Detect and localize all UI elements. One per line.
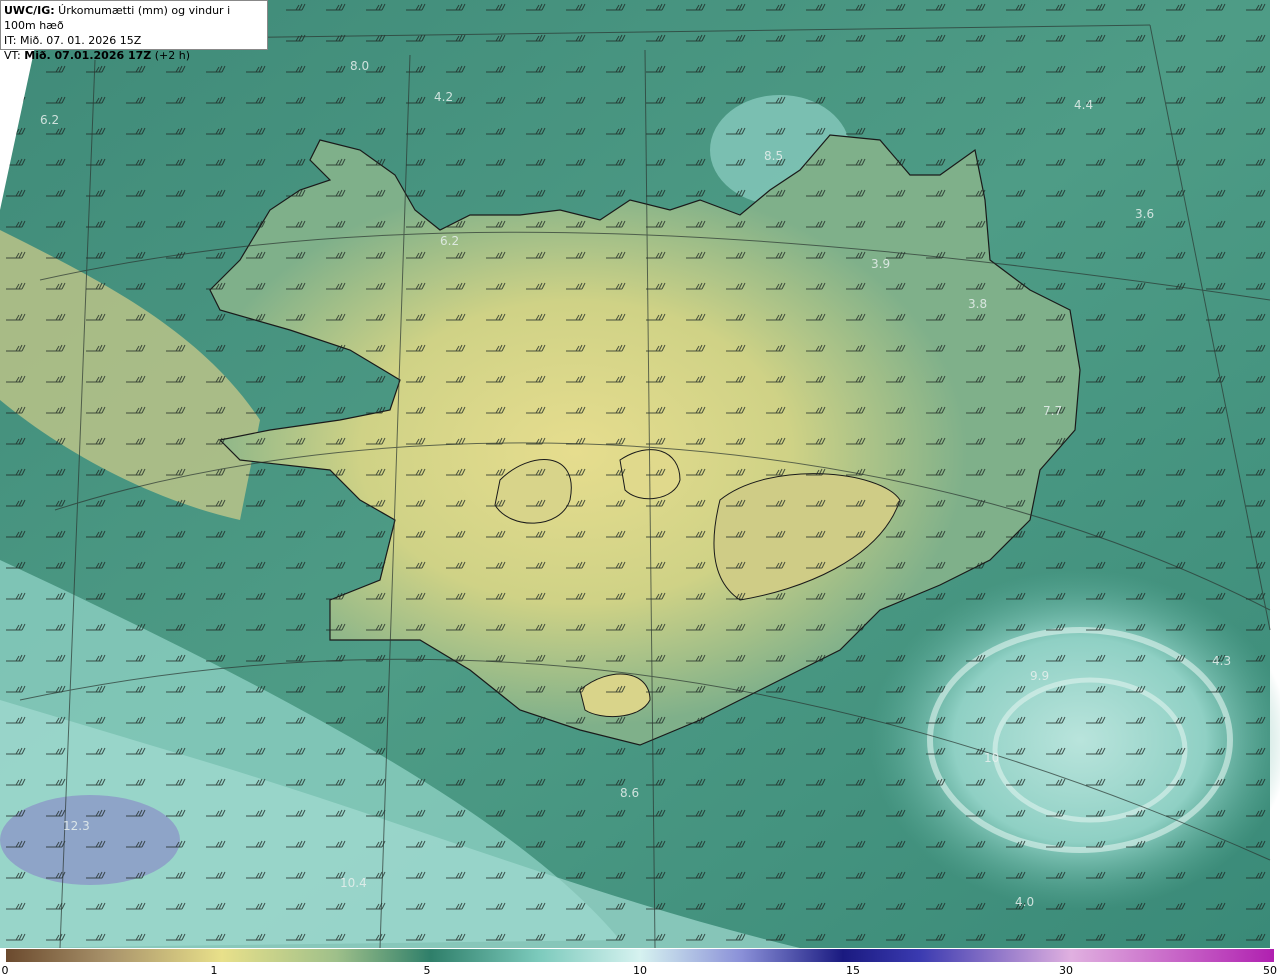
map-label: 8.5 [764, 149, 783, 163]
valid-time: Mið. 07.01.2026 17Z [24, 49, 152, 62]
map-label: 7.7 [1043, 404, 1062, 418]
colorbar-tick: 15 [846, 964, 860, 977]
map-label: 8.0 [350, 59, 369, 73]
colorbar-gradient [6, 949, 1274, 962]
map-label: 6.2 [440, 234, 459, 248]
map-label: 4.2 [434, 90, 453, 104]
map-label: 9.9 [1030, 669, 1049, 683]
model-name: UWC/IG: [4, 4, 55, 17]
colorbar-tick: 50 [1263, 964, 1277, 977]
map-label: 4.0 [1015, 895, 1034, 909]
map-title-box: UWC/IG: Úrkomumætti (mm) og vindur i 100… [0, 0, 268, 62]
map-label: 10 [984, 751, 999, 765]
valid-time-line: VT: Mið. 07.01.2026 17Z (+2 h) [4, 48, 264, 63]
map-label: 4.3 [1212, 654, 1231, 668]
weather-map: 8.0 4.2 6.2 4.4 8.5 6.2 3.9 3.6 3.8 7.7 … [0, 0, 1280, 948]
issue-time: IT: Mið. 07. 01. 2026 15Z [4, 34, 142, 47]
map-label: 6.2 [40, 113, 59, 127]
map-label: 3.9 [871, 257, 890, 271]
colorbar-tick: 5 [423, 964, 431, 977]
map-title: UWC/IG: Úrkomumætti (mm) og vindur i 100… [4, 3, 264, 33]
map-label: 10.4 [340, 876, 367, 890]
map-label: 3.8 [968, 297, 987, 311]
lead-time: (+2 h) [151, 49, 190, 62]
colorbar-tick: 30 [1059, 964, 1073, 977]
map-label: 12.3 [63, 819, 90, 833]
map-label: 3.6 [1135, 207, 1154, 221]
colorbar: 0 1 5 10 15 30 50 [0, 948, 1280, 978]
valid-prefix: VT: [4, 49, 25, 62]
wind-barbs-layer [0, 0, 1270, 948]
colorbar-tick: 10 [633, 964, 647, 977]
map-label: 8.6 [620, 786, 639, 800]
map-label: 4.4 [1074, 98, 1093, 112]
colorbar-tick: 1 [210, 964, 218, 977]
colorbar-tick: 0 [1, 964, 9, 977]
